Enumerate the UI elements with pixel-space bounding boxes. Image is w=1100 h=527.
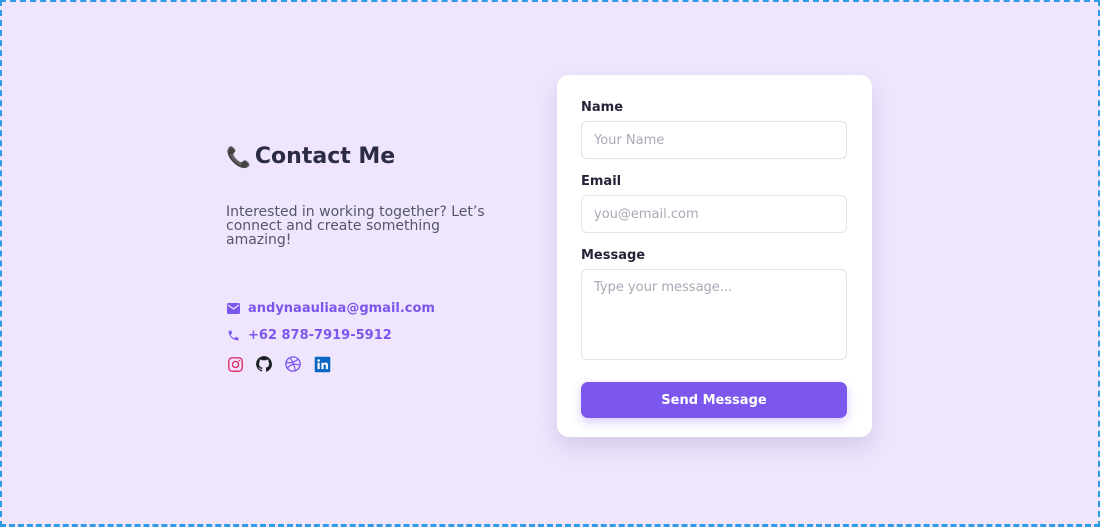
contact-info: 📞 Contact Me Interested in working toget… — [226, 144, 516, 373]
phone-icon: 📞 — [226, 144, 251, 169]
contact-form: Name Email Message Send Message — [557, 75, 872, 437]
dribbble-icon[interactable] — [284, 355, 302, 373]
message-label: Message — [581, 248, 646, 263]
name-input[interactable] — [581, 121, 847, 159]
social-links — [226, 355, 516, 373]
linkedin-icon[interactable] — [313, 355, 331, 373]
phone-row[interactable]: +62 878-7919-5912 — [226, 322, 516, 349]
github-icon[interactable] — [255, 355, 273, 373]
name-label: Name — [581, 100, 624, 115]
email-link[interactable]: andynaauliaa@gmail.com — [248, 301, 435, 316]
send-message-button[interactable]: Send Message — [581, 382, 847, 418]
contact-details: andynaauliaa@gmail.com +62 878-7919-5912 — [226, 295, 516, 349]
email-label: Email — [581, 174, 622, 189]
envelope-icon — [226, 302, 240, 316]
page-frame — [0, 0, 1100, 527]
phone-link[interactable]: +62 878-7919-5912 — [248, 328, 392, 343]
phone-icon — [226, 329, 240, 343]
message-input[interactable] — [581, 269, 847, 360]
email-input[interactable] — [581, 195, 847, 233]
instagram-icon[interactable] — [226, 355, 244, 373]
contact-description: Interested in working together? Let’s co… — [226, 204, 485, 248]
page-title: 📞 Contact Me — [226, 144, 516, 169]
email-row[interactable]: andynaauliaa@gmail.com — [226, 295, 516, 322]
page-title-text: Contact Me — [254, 144, 396, 169]
